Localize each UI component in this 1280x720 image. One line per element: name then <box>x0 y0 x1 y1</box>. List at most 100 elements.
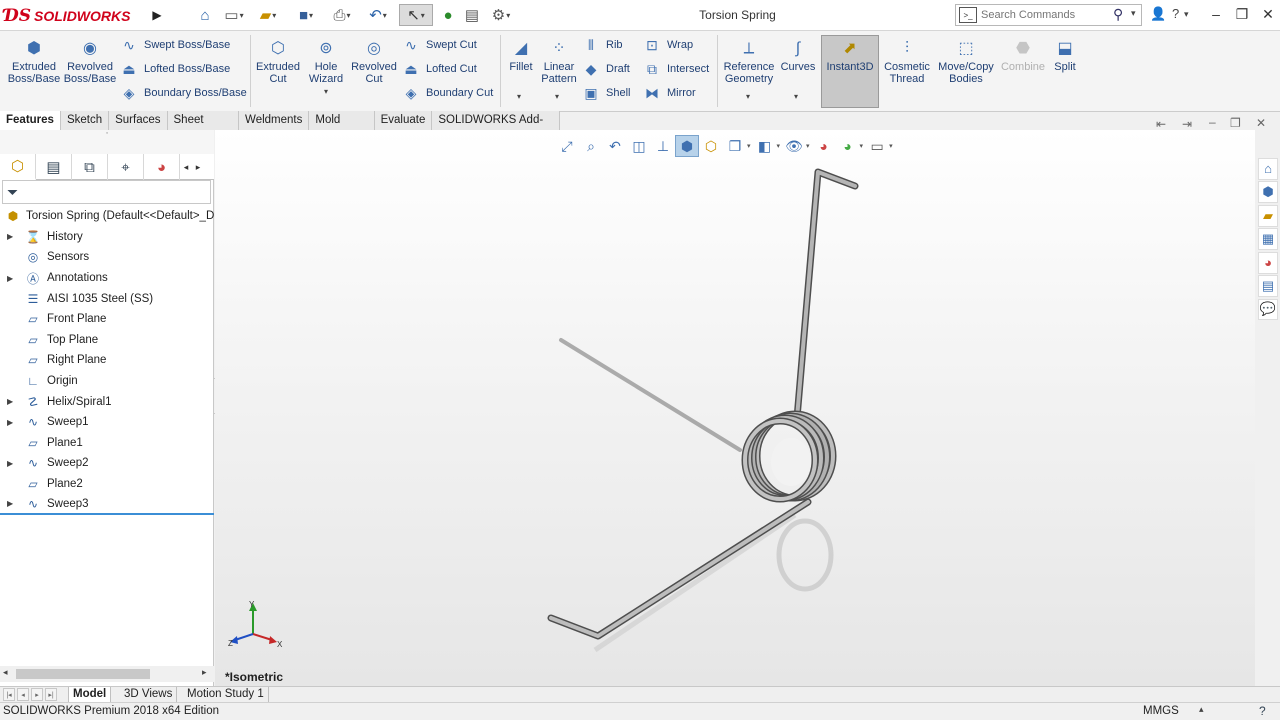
tree-item-sweep2[interactable]: ▶ ∿ Sweep2 <box>0 453 214 474</box>
expand-arrow-icon[interactable]: ▶ <box>7 274 15 283</box>
revolved-boss-button[interactable]: ◉ Revolved Boss/Base <box>64 39 117 86</box>
undo-icon[interactable]: ↶ <box>363 4 393 26</box>
fillet-dropdown-icon[interactable]: ▾ <box>517 92 521 101</box>
reference-geometry-dropdown-icon[interactable]: ▾ <box>746 92 750 101</box>
unit-system-selector[interactable]: MMGS <box>1143 705 1179 717</box>
panel-tabs-right-arrow-icon[interactable]: ▸ <box>192 154 204 180</box>
next-tab-arrow-icon[interactable]: ▸ <box>31 688 43 701</box>
tab-motion-study-1[interactable]: Motion Study 1 <box>183 687 269 703</box>
boundary-boss-button[interactable]: ◈ Boundary Boss/Base <box>120 83 247 103</box>
print-icon[interactable]: ⎙ <box>327 4 357 26</box>
tree-item-sweep1[interactable]: ▶ ∿ Sweep1 <box>0 412 214 433</box>
rib-button[interactable]: ⫴ Rib <box>582 35 622 55</box>
reference-geometry-button[interactable]: ⟂ Reference Geometry <box>722 39 776 86</box>
expand-arrow-icon[interactable]: ▶ <box>7 418 15 427</box>
tree-item-front-plane[interactable]: ▱ Front Plane <box>0 309 214 330</box>
revolved-cut-button[interactable]: ◎ Revolved Cut <box>350 39 398 86</box>
home-icon[interactable]: ⌂ <box>195 4 215 26</box>
lofted-cut-button[interactable]: ⏏ Lofted Cut <box>402 59 476 79</box>
extruded-cut-button[interactable]: ⬡ Extruded Cut <box>254 39 302 86</box>
tab-weldments[interactable]: Weldments <box>239 111 310 130</box>
panel-grip[interactable]: ◦ <box>0 130 214 154</box>
fillet-button[interactable]: ◢ Fillet <box>506 39 536 74</box>
first-tab-arrow-icon[interactable]: |◂ <box>3 688 15 701</box>
tree-item-helix-spiral1[interactable]: ▶ ☡ Helix/Spiral1 <box>0 391 214 412</box>
cosmetic-thread-button[interactable]: ⫶ Cosmetic Thread <box>882 39 932 86</box>
tree-item-annotations[interactable]: ▶ Ⓐ Annotations <box>0 268 214 289</box>
menu-expand-arrow-icon[interactable]: ▶ <box>149 4 165 26</box>
open-icon[interactable]: ▰ <box>253 4 283 26</box>
scrollbar-thumb[interactable] <box>16 669 150 679</box>
expand-arrow-icon[interactable]: ▶ <box>7 459 15 468</box>
search-input[interactable] <box>981 9 1111 21</box>
linear-pattern-dropdown-icon[interactable]: ▾ <box>555 92 559 101</box>
scroll-right-arrow-icon[interactable]: ▸ <box>202 667 207 678</box>
viewport-minimize-icon[interactable]: – <box>1209 115 1216 129</box>
hole-wizard-dropdown-icon[interactable]: ▾ <box>324 86 328 98</box>
hole-wizard-button[interactable]: ⊚ Hole Wizard ▾ <box>304 39 348 98</box>
unit-system-dropdown-icon[interactable]: ▴ <box>1199 704 1204 715</box>
options-gear-icon[interactable]: ⚙ <box>486 4 516 26</box>
search-icon[interactable]: ⚲ <box>1113 6 1123 23</box>
user-icon[interactable]: 👤 <box>1150 6 1166 22</box>
solidworks-logo[interactable]: ƊS SOLIDWORKS <box>4 6 130 26</box>
new-document-icon[interactable]: ▭ <box>219 4 249 26</box>
scroll-left-arrow-icon[interactable]: ◂ <box>3 667 8 678</box>
file-explorer-icon[interactable]: ▰ <box>1258 204 1278 227</box>
combine-button[interactable]: ⬣ Combine <box>1000 39 1046 74</box>
property-manager-tab-icon[interactable]: ▤ <box>36 154 72 180</box>
torsion-spring-model[interactable] <box>215 130 1255 686</box>
tab-evaluate[interactable]: Evaluate <box>374 111 433 130</box>
curves-dropdown-icon[interactable]: ▾ <box>794 92 798 101</box>
instant3d-button[interactable]: ⬈ Instant3D <box>822 39 878 74</box>
extruded-boss-button[interactable]: ⬢ Extruded Boss/Base <box>8 39 61 86</box>
command-search-prefix-icon[interactable]: >_ <box>959 7 977 23</box>
file-properties-icon[interactable]: ▤ <box>462 4 482 26</box>
split-button[interactable]: ⬓ Split <box>1050 39 1080 74</box>
intersect-button[interactable]: ⧉ Intersect <box>643 59 709 79</box>
tree-item-right-plane[interactable]: ▱ Right Plane <box>0 350 214 371</box>
filter-icon[interactable]: ⏷ <box>7 184 18 201</box>
last-tab-arrow-icon[interactable]: ▸| <box>45 688 57 701</box>
wrap-button[interactable]: ⊡ Wrap <box>643 35 693 55</box>
prev-tab-arrow-icon[interactable]: ◂ <box>17 688 29 701</box>
rebuild-icon[interactable]: ● <box>439 4 457 26</box>
feature-tree-horizontal-scrollbar[interactable]: ◂ ▸ <box>0 666 214 682</box>
shell-button[interactable]: ▣ Shell <box>582 83 630 103</box>
design-library-icon[interactable]: ⬢ <box>1258 181 1278 204</box>
search-dropdown-icon[interactable]: ▾ <box>1131 8 1136 19</box>
tree-root[interactable]: ⬢ Torsion Spring (Default<<Default>_D <box>0 206 214 227</box>
dimxpert-manager-tab-icon[interactable]: ⌖ <box>108 154 144 180</box>
help-dropdown-icon[interactable]: ▾ <box>1184 9 1189 20</box>
minimize-window-button[interactable]: – <box>1204 2 1228 26</box>
swept-boss-button[interactable]: ∿ Swept Boss/Base <box>120 35 230 55</box>
tree-item-sweep3[interactable]: ▶ ∿ Sweep3 <box>0 494 214 515</box>
tab-3d-views[interactable]: 3D Views <box>120 687 178 703</box>
tab-features[interactable]: Features <box>0 111 61 130</box>
tab-sketch[interactable]: Sketch <box>60 111 110 130</box>
quick-tips-icon[interactable]: ? <box>1259 704 1266 718</box>
panel-tabs-left-arrow-icon[interactable]: ◂ <box>180 154 192 180</box>
draft-button[interactable]: ◆ Draft <box>582 59 630 79</box>
select-icon[interactable]: ↖ <box>399 4 433 26</box>
tab-model[interactable]: Model <box>68 687 112 703</box>
curves-button[interactable]: ∫ Curves <box>780 39 816 74</box>
tile-right-icon[interactable]: ⇥ <box>1182 117 1192 131</box>
tree-item-origin[interactable]: ∟ Origin <box>0 371 214 392</box>
feature-manager-tab-icon[interactable]: ⬡ <box>0 154 36 180</box>
expand-arrow-icon[interactable]: ▶ <box>7 499 15 508</box>
display-manager-tab-icon[interactable]: ◕ <box>144 154 180 180</box>
move-copy-bodies-button[interactable]: ⬚ Move/Copy Bodies <box>936 39 996 86</box>
custom-properties-icon[interactable]: ▤ <box>1258 275 1278 298</box>
boundary-cut-button[interactable]: ◈ Boundary Cut <box>402 83 494 103</box>
viewport-restore-icon[interactable]: ❐ <box>1230 116 1241 130</box>
tile-left-icon[interactable]: ⇤ <box>1156 117 1166 131</box>
tab-surfaces[interactable]: Surfaces <box>109 111 168 130</box>
tree-item-material[interactable]: ☰ AISI 1035 Steel (SS) <box>0 288 214 309</box>
solidworks-forum-icon[interactable]: 💬 <box>1258 298 1278 321</box>
feature-tree-filter[interactable]: ⏷ <box>2 180 211 204</box>
linear-pattern-button[interactable]: ⁘ Linear Pattern <box>539 39 579 86</box>
viewport-close-icon[interactable]: ✕ <box>1256 116 1266 130</box>
configuration-manager-tab-icon[interactable]: ⧉ <box>72 154 108 180</box>
help-icon[interactable]: ? <box>1172 6 1179 21</box>
